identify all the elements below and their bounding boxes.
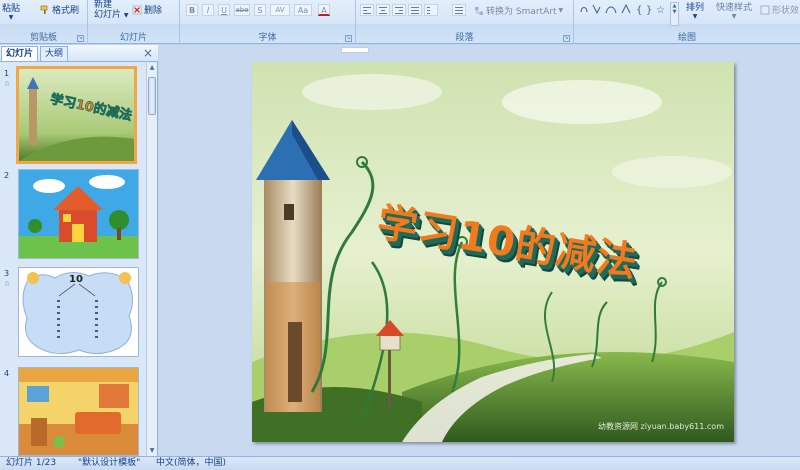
- paste-button[interactable]: 粘贴 ▼: [2, 1, 20, 21]
- slide-number-3: 3: [4, 269, 10, 278]
- slides-group: 新建 幻灯片 ▼ 删除 幻灯片: [88, 0, 180, 44]
- svg-text:{: {: [636, 5, 642, 16]
- shapes-more-button[interactable]: ▲ ▼: [670, 2, 679, 26]
- font-color-button[interactable]: A: [318, 4, 330, 16]
- animation-icon: ☆: [4, 280, 11, 288]
- slide-watermark: 幼教资源网 ziyuan.baby611.com: [598, 422, 724, 431]
- shape-effects-button[interactable]: 形状效: [760, 3, 799, 16]
- slide-counter: 幻灯片 1/23: [6, 458, 57, 468]
- character-spacing-button[interactable]: AV: [270, 4, 290, 16]
- new-slide-button[interactable]: 新建 幻灯片 ▼: [94, 0, 129, 21]
- paragraph-launcher-icon[interactable]: ↘: [563, 35, 570, 42]
- format-painter-icon: [40, 5, 48, 14]
- slides-scrollbar[interactable]: ▲ ▼: [146, 63, 157, 456]
- shadow-button[interactable]: S: [254, 4, 266, 16]
- chevron-down-icon: ▼: [123, 12, 129, 19]
- status-bar: 幻灯片 1/23 "默认设计模板" 中文(简体，中国): [0, 456, 800, 470]
- svg-text:☆: ☆: [656, 5, 665, 16]
- italic-button[interactable]: I: [202, 4, 214, 16]
- ribbon: 粘贴 ▼ 格式刷 剪贴板 ↘ 新建 幻灯片 ▼ 删除 幻灯片 B I U abe…: [0, 0, 800, 44]
- slide-thumbnail-4[interactable]: [18, 367, 139, 456]
- justify-button[interactable]: [408, 4, 422, 16]
- new-slide-label-1: 新建: [94, 0, 113, 10]
- paragraph-group-label: 段落: [455, 33, 474, 43]
- shapes-gallery[interactable]: { } ☆: [578, 2, 678, 16]
- clipboard-launcher-icon[interactable]: ↘: [77, 35, 84, 42]
- chevron-down-icon: ▼: [692, 13, 698, 20]
- new-slide-label-2: 幻灯片: [94, 10, 122, 20]
- arrange-button[interactable]: 排列 ▼: [686, 0, 704, 20]
- change-case-button[interactable]: Aa: [294, 4, 312, 16]
- align-center-button[interactable]: [376, 4, 390, 16]
- delete-icon: [132, 5, 142, 14]
- shape-effects-icon: [760, 5, 770, 14]
- arrange-label: 排列: [686, 3, 705, 13]
- slides-panel: 幻灯片 大纲 × 1 ☆ 学习10的减法 2 3 ☆ 10 4 ▲ ▼: [0, 45, 158, 456]
- current-slide[interactable]: 学习10的减法 幼教资源网 ziyuan.baby611.com: [252, 62, 734, 442]
- delete-slide-button[interactable]: 删除: [132, 3, 162, 16]
- chevron-down-icon: ▼: [8, 14, 14, 21]
- slide-3-thumb-title: 10: [69, 274, 83, 285]
- smartart-icon: [475, 6, 483, 15]
- strikethrough-button[interactable]: abe: [234, 4, 250, 16]
- slide-4-preview: [19, 368, 138, 455]
- animation-icon: ☆: [4, 80, 11, 88]
- underline-button[interactable]: U: [218, 4, 230, 16]
- panel-tabs: 幻灯片 大纲 ×: [0, 45, 158, 62]
- theme-name[interactable]: "默认设计模板": [72, 457, 146, 470]
- slide-thumbnail-1[interactable]: 学习10的减法: [16, 66, 137, 164]
- slide-3-preview: 10: [19, 268, 138, 356]
- drawing-group: { } ☆ ▲ ▼ 排列 ▼ 快速样式 ▼ 形状效 绘图: [574, 0, 800, 44]
- tab-slides[interactable]: 幻灯片: [1, 46, 39, 61]
- slide-number-4: 4: [4, 369, 10, 378]
- slide-number-1: 1: [4, 69, 10, 78]
- scrollbar-thumb[interactable]: [148, 77, 156, 115]
- language-indicator[interactable]: 中文(简体，中国): [150, 457, 232, 470]
- scroll-up-icon[interactable]: ▲: [147, 63, 157, 73]
- font-group-label: 字体: [258, 33, 277, 43]
- clipboard-group: 粘贴 ▼ 格式刷 剪贴板 ↘: [0, 0, 88, 44]
- smartart-label: 转换为 SmartArt: [486, 7, 557, 17]
- slide-number-2: 2: [4, 171, 10, 180]
- chevron-down-icon: ▼: [558, 7, 564, 14]
- slide-thumbnail-2[interactable]: [18, 169, 139, 259]
- clipboard-group-label: 剪贴板: [29, 33, 57, 43]
- slide-1-preview: 学习10的减法: [19, 69, 134, 161]
- format-painter-button[interactable]: 格式刷: [40, 3, 79, 16]
- align-right-button[interactable]: [392, 4, 406, 16]
- slide-2-preview: [19, 170, 138, 258]
- columns-button[interactable]: [424, 4, 438, 16]
- new-slide-label-2-wrap: 幻灯片 ▼: [94, 10, 129, 21]
- shape-effects-label: 形状效: [772, 6, 800, 16]
- scroll-down-icon[interactable]: ▼: [147, 446, 157, 456]
- slides-group-label: 幻灯片: [119, 33, 147, 43]
- text-direction-button[interactable]: [452, 4, 466, 16]
- chevron-down-icon: ▼: [731, 13, 737, 20]
- font-launcher-icon[interactable]: ↘: [345, 35, 352, 42]
- paste-label: 粘贴: [2, 4, 21, 14]
- close-icon[interactable]: ×: [143, 46, 153, 60]
- convert-smartart-button[interactable]: 转换为 SmartArt ▼: [474, 4, 563, 17]
- tab-outline[interactable]: 大纲: [40, 46, 69, 61]
- paragraph-group: 转换为 SmartArt ▼ 段落 ↘: [356, 0, 574, 44]
- bold-button[interactable]: B: [186, 4, 198, 16]
- svg-text:}: }: [646, 5, 652, 16]
- font-group: B I U abe S AV Aa A 字体 ↘: [180, 0, 356, 44]
- slide-thumbnail-3[interactable]: 10: [18, 267, 139, 357]
- quick-styles-label: 快速样式: [716, 3, 753, 13]
- drawing-group-label: 绘图: [677, 33, 696, 43]
- align-left-button[interactable]: [360, 4, 374, 16]
- slide-editing-area: 学习10的减法 幼教资源网 ziyuan.baby611.com: [159, 45, 800, 456]
- quick-styles-button[interactable]: 快速样式 ▼: [716, 0, 752, 20]
- delete-label: 删除: [144, 6, 163, 16]
- format-painter-label: 格式刷: [52, 6, 80, 16]
- ruler-marker: [341, 47, 369, 53]
